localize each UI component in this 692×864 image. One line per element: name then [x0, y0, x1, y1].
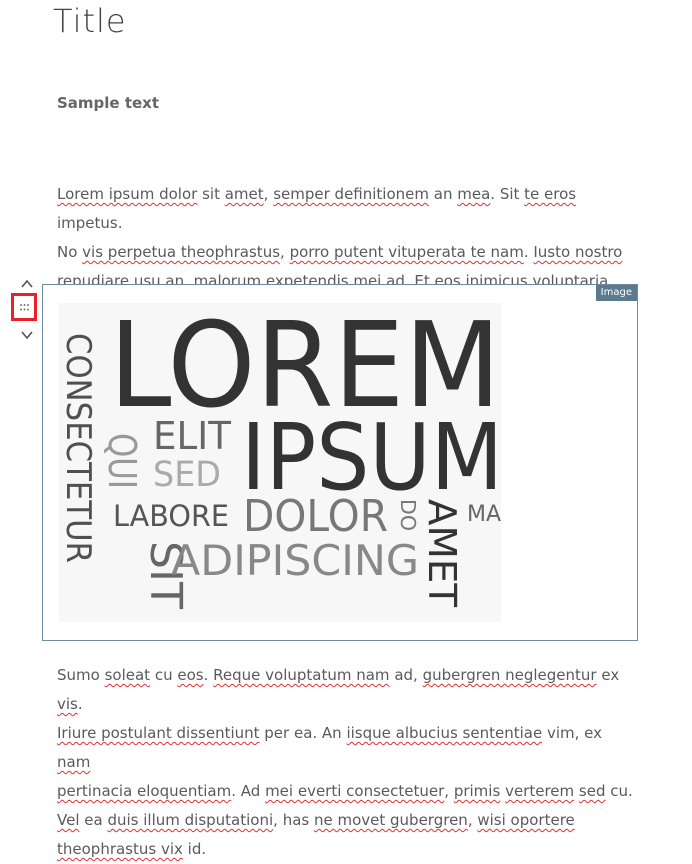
word-amet: AMET [420, 499, 464, 608]
text-run: cu [150, 666, 178, 684]
text-run: impetus. [57, 214, 123, 232]
text-run: , has [273, 811, 314, 829]
text-run: per ea. An [259, 724, 347, 742]
word-elit: ELIT [153, 414, 232, 458]
text-run: wisi oportere [477, 811, 575, 829]
chevron-down-icon[interactable] [20, 329, 34, 341]
text-line: theophrastus vix id. [57, 835, 637, 864]
text-run: id. [182, 840, 207, 858]
text-run: eos [177, 666, 204, 684]
text-run: Iusto nostro [533, 243, 623, 261]
text-run: , [280, 243, 290, 261]
word-do: DO [396, 499, 420, 531]
text-run: soleat [104, 666, 151, 684]
text-run: sit [197, 185, 225, 203]
word-adipiscing: ADIPISCING [171, 536, 419, 585]
sample-text-heading[interactable]: Sample text [57, 94, 159, 112]
text-run: Iriure postulant dissentiunt [57, 724, 260, 742]
paragraph-lorem[interactable]: Lorem ipsum dolor sit amet, semper defin… [57, 180, 637, 296]
text-line: Iriure postulant dissentiunt per ea. An … [57, 719, 637, 777]
word-consectetur: CONSECTETUR [59, 333, 98, 563]
image-block-label: Image [595, 285, 637, 301]
block-toolbar [11, 278, 43, 342]
text-run: duis illum disputationi [107, 811, 274, 829]
text-line: pertinacia eloquentiam. Ad mei everti co… [57, 777, 637, 806]
text-run: gubergren neglegentur [422, 666, 597, 684]
text-run: ne movet gubergren [313, 811, 468, 829]
text-run: porro putent vituperata te nam [289, 243, 524, 261]
text-line: Lorem ipsum dolor sit amet, semper defin… [57, 180, 637, 238]
text-run: mea [457, 185, 491, 203]
text-run: mei everti consectetuer [265, 782, 445, 800]
text-run: . [203, 666, 214, 684]
text-run: primis [453, 782, 501, 800]
text-run: No [57, 243, 83, 261]
paragraph-sumo[interactable]: Sumo soleat cu eos. Reque voluptatum nam… [57, 661, 637, 864]
word-cloud-image: LOREM IPSUM CONSECTETUR QUI ELIT SED LAB… [59, 303, 501, 622]
drag-handle-button[interactable] [11, 293, 37, 321]
text-run: te eros [524, 185, 577, 203]
text-run: vis perpetua theophrastus [82, 243, 281, 261]
text-run: pertinacia eloquentiam [57, 782, 232, 800]
text-run: . [523, 243, 534, 261]
text-run: sed [578, 782, 606, 800]
text-run: . Sit [490, 185, 525, 203]
word-qui: QUI [100, 433, 144, 489]
chevron-up-icon[interactable] [20, 278, 34, 290]
text-run: Vel [57, 811, 80, 829]
page-title[interactable]: Title [53, 2, 127, 40]
text-run: , [263, 185, 274, 203]
word-labore: LABORE [113, 499, 229, 533]
text-line: Sumo soleat cu eos. Reque voluptatum nam… [57, 661, 637, 719]
text-run: vim, ex [542, 724, 602, 742]
text-run: ad, [389, 666, 423, 684]
text-run: semper definitionem [273, 185, 429, 203]
text-run: iisque albucius sententiae [346, 724, 543, 742]
text-run: ea [79, 811, 108, 829]
text-run: amet [224, 185, 264, 203]
text-run: nam [57, 753, 91, 771]
text-run: theophrastus vix [57, 840, 183, 858]
text-run: ex [596, 666, 620, 684]
text-run: vis [57, 695, 78, 713]
text-run: . [77, 695, 83, 713]
text-run: verterem [505, 782, 575, 800]
text-run: Lorem ipsum dolor [57, 185, 198, 203]
text-run: . Ad [231, 782, 266, 800]
word-ma: MA [467, 502, 501, 527]
drag-dots-icon [20, 304, 29, 311]
text-line: No vis perpetua theophrastus, porro pute… [57, 238, 637, 267]
text-run: Sumo [57, 666, 105, 684]
text-run: an [429, 185, 458, 203]
word-sed: SED [153, 455, 221, 495]
text-run: cu. [605, 782, 633, 800]
text-run: Reque voluptatum nam [213, 666, 390, 684]
text-run: , [444, 782, 454, 800]
word-dolor: DOLOR [243, 491, 388, 542]
image-block[interactable]: Image LOREM IPSUM CONSECTETUR QUI ELIT S… [42, 284, 638, 641]
text-run: , [467, 811, 478, 829]
